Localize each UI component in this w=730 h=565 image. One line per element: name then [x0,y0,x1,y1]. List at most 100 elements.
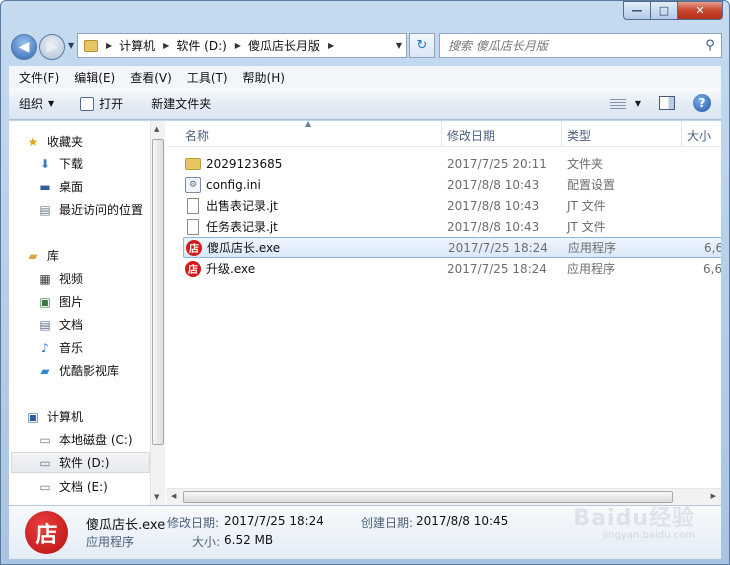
breadcrumb-item[interactable]: ▶ 软件 (D:) [155,34,227,57]
details-created-label: 创建日期: [361,516,414,530]
column-divider[interactable] [681,121,682,147]
search-box[interactable]: ⚲ [439,33,722,58]
chevron-right-icon[interactable]: ▶ [235,41,241,50]
file-row[interactable]: 店 升级.exe 2017/7/25 18:24 应用程序 6,68 [183,258,721,279]
nav-label: 本地磁盘 (C:) [59,433,133,447]
drive-icon: ▭ [39,479,51,494]
breadcrumb-item[interactable]: ▶ 傻瓜店长月版 [227,34,320,57]
chevron-down-icon: ▼ [48,99,55,108]
scroll-up-icon[interactable]: ▲ [154,125,159,133]
column-header-row: ▲ 名称 修改日期 类型 大小 [166,121,721,147]
column-size[interactable]: 大小 [687,127,711,144]
file-type: 文件夹 [567,157,604,171]
breadcrumb-label[interactable]: 软件 (D:) [176,37,226,54]
chevron-right-icon[interactable]: ▶ [106,41,112,50]
nav-favorites[interactable]: ★ 收藏夹 [25,131,164,152]
file-row[interactable]: 出售表记录.jt 2017/8/8 10:43 JT 文件 [183,195,721,216]
details-file-type: 应用程序 [86,535,135,549]
menu-edit[interactable]: 编辑(E) [64,69,120,86]
file-name: 出售表记录.jt [206,199,278,213]
help-icon[interactable]: ? [693,94,711,112]
organize-label: 组织 [19,97,44,111]
scroll-thumb[interactable] [152,139,164,445]
search-icon[interactable]: ⚲ [699,38,721,53]
nav-label: 计算机 [47,410,84,424]
new-folder-button[interactable]: 新建文件夹 [151,95,211,112]
youku-icon: ▰ [40,363,50,378]
toolbar-right: ▼ ? [609,94,711,112]
file-name-cell: 2029123685 [185,157,282,171]
nav-label: 视频 [59,272,84,286]
menu-help[interactable]: 帮助(H) [233,69,290,86]
menu-file[interactable]: 文件(F) [9,69,64,86]
app-icon-large: 店 [25,511,68,554]
refresh-button[interactable]: ↻ [409,33,435,58]
nav-computer[interactable]: ▣ 计算机 [25,406,164,427]
preview-pane-icon[interactable] [659,96,675,110]
menu-tools[interactable]: 工具(T) [177,69,233,86]
drive-icon: ▭ [39,455,51,470]
menu-view[interactable]: 查看(V) [120,69,177,86]
file-date: 2017/7/25 18:24 [448,240,548,255]
history-dropdown-icon[interactable]: ▼ [68,41,74,50]
file-name-cell: 出售表记录.jt [185,197,278,214]
recent-places-icon: ▤ [39,202,51,217]
scroll-left-icon[interactable]: ◀ [171,492,176,500]
file-row[interactable]: ⚙ config.ini 2017/8/8 10:43 配置设置 [183,174,721,195]
nav-label: 桌面 [59,180,84,194]
app-icon: 店 [186,239,202,256]
file-name: config.ini [206,177,261,192]
scroll-right-icon[interactable]: ▶ [711,492,716,500]
breadcrumb-label[interactable]: 计算机 [119,37,155,54]
back-button[interactable]: ◀ [11,34,37,60]
explorer-window: — □ ✕ ◀ ▶ ▼ ▶ 计算机 ▶ 软件 (D:) ▶ 傻瓜店长月版 ▶ ▼… [0,0,730,565]
file-type: 配置设置 [567,178,616,192]
file-name: 任务表记录.jt [206,220,278,234]
breadcrumb-item[interactable]: ▶ 计算机 [98,34,155,57]
file-row-selected[interactable]: 店 傻瓜店长.exe 2017/7/25 18:24 应用程序 6,68 [183,237,721,258]
file-name-cell: 店 升级.exe [185,260,255,277]
nav-libraries[interactable]: ▰ 库 [25,245,164,266]
file-name: 傻瓜店长.exe [207,241,281,255]
chevron-right-icon[interactable]: ▶ [163,41,169,50]
chevron-right-icon[interactable]: ▶ [328,41,334,50]
column-type[interactable]: 类型 [567,127,591,144]
desktop-icon: ▬ [39,179,51,194]
search-input[interactable] [448,38,699,53]
maximize-button[interactable]: □ [650,1,677,20]
document-icon: ▤ [39,317,51,332]
file-name-cell: 店 傻瓜店长.exe [186,239,280,256]
column-divider[interactable] [561,121,562,147]
file-list-pane: ▲ 名称 修改日期 类型 大小 2029123685 2017/7/25 20:… [166,121,721,505]
file-row[interactable]: 任务表记录.jt 2017/8/8 10:43 JT 文件 [183,216,721,237]
address-row: ◀ ▶ ▼ ▶ 计算机 ▶ 软件 (D:) ▶ 傻瓜店长月版 ▶ ▼ ↻ ⚲ [9,31,722,61]
organize-button[interactable]: 组织 ▼ [19,95,54,112]
column-divider[interactable] [441,121,442,147]
breadcrumb-label[interactable]: 傻瓜店长月版 [248,37,320,54]
column-date[interactable]: 修改日期 [447,127,495,144]
file-row[interactable]: 2029123685 2017/7/25 20:11 文件夹 [183,153,721,174]
nav-scrollbar[interactable]: ▲ ▼ [150,121,165,505]
close-button[interactable]: ✕ [677,1,723,20]
scroll-down-icon[interactable]: ▼ [154,493,159,501]
nav-label: 优酷影视库 [59,364,120,378]
forward-button[interactable]: ▶ [39,34,65,60]
file-type: JT 文件 [567,199,606,213]
minimize-button[interactable]: — [623,1,650,20]
document-icon [187,197,199,214]
file-date: 2017/8/8 10:43 [447,198,540,213]
address-dropdown-icon[interactable]: ▼ [396,41,402,50]
nav-drive-d[interactable]: ▭ 软件 (D:) [11,452,150,473]
details-modified-label: 修改日期: [167,516,220,530]
file-date: 2017/7/25 20:11 [447,156,547,171]
watermark-text: Baidu经验 [573,506,695,531]
column-name[interactable]: 名称 [185,127,209,144]
chevron-down-icon[interactable]: ▼ [635,99,641,108]
address-bar[interactable]: ▶ 计算机 ▶ 软件 (D:) ▶ 傻瓜店长月版 ▶ ▼ [77,33,407,58]
view-options-icon[interactable] [609,97,626,109]
nav-label: 收藏夹 [47,135,84,149]
command-bar: 组织 ▼ 打开 新建文件夹 ▼ ? [9,88,721,120]
open-button[interactable]: 打开 [80,95,123,112]
nav-label: 下载 [59,157,84,171]
system-drive-icon: ▭ [39,432,51,447]
